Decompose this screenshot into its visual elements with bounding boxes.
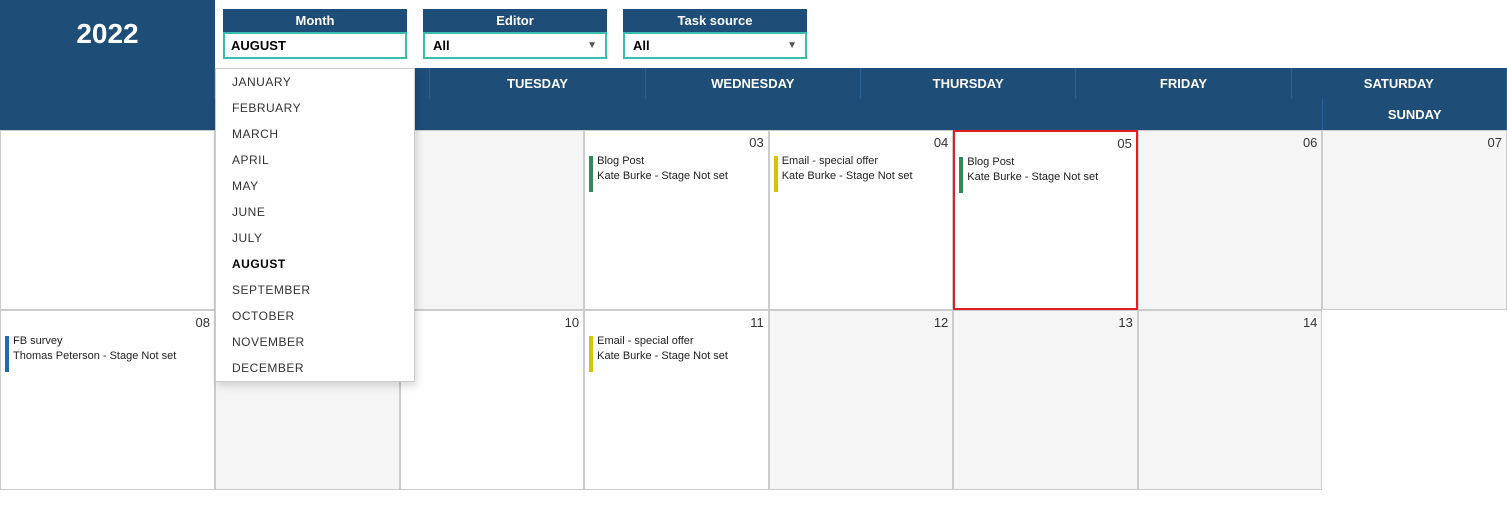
week1-fri-event1-bar (959, 157, 963, 193)
month-option-april[interactable]: APRIL (216, 147, 414, 173)
week1-wed-event1: Blog Post Kate Burke - Stage Not set (589, 154, 764, 192)
month-option-july[interactable]: JULY (216, 225, 414, 251)
week2-thu-event1-title: Email - special offer (597, 334, 728, 349)
week2-wednesday-date: 10 (405, 315, 580, 330)
week1-thu-event1-title: Email - special offer (782, 154, 913, 169)
week2-thu-event1: Email - special offer Kate Burke - Stage… (589, 334, 764, 372)
week1-thu-event1-text: Email - special offer Kate Burke - Stage… (782, 154, 913, 185)
week1-sunday: 07 (1322, 130, 1507, 310)
week2-saturday: 13 (953, 310, 1138, 490)
week2-thu-event1-sub: Kate Burke - Stage Not set (597, 349, 728, 364)
week2-saturday-date: 13 (958, 315, 1133, 330)
week2-mon-event1: FB survey Thomas Peterson - Stage Not se… (5, 334, 210, 372)
header-thursday: THURSDAY (861, 68, 1076, 99)
header-friday: FRIDAY (1076, 68, 1291, 99)
editor-filter-group: Editor All ▼ (415, 0, 615, 68)
week2-wednesday: 10 (400, 310, 585, 490)
week2-mon-event1-sub: Thomas Peterson - Stage Not set (13, 349, 176, 364)
editor-select[interactable]: All ▼ (425, 34, 605, 57)
week1-fri-event1-sub: Kate Burke - Stage Not set (967, 170, 1098, 185)
week1-fri-event1-title: Blog Post (967, 155, 1098, 170)
week2-sunday: 14 (1138, 310, 1323, 490)
week1-wed-event1-text: Blog Post Kate Burke - Stage Not set (597, 154, 728, 185)
week2-mon-event1-bar (5, 336, 9, 372)
week2-mon-event1-title: FB survey (13, 334, 176, 349)
month-option-november[interactable]: NOVEMBER (216, 329, 414, 355)
header-wednesday: WEDNESDAY (646, 68, 861, 99)
week2-friday: 12 (769, 310, 954, 490)
header-tuesday: TUESDAY (430, 68, 645, 99)
task-source-dropdown-arrow: ▼ (787, 40, 797, 51)
week2-monday-date: 08 (5, 315, 210, 330)
week1-thu-event1-sub: Kate Burke - Stage Not set (782, 169, 913, 184)
week1-empty (0, 130, 215, 310)
week1-friday: 05 Blog Post Kate Burke - Stage Not set (953, 130, 1138, 310)
month-input-wrap[interactable] (223, 32, 407, 59)
week1-thursday-date: 04 (774, 135, 949, 150)
task-source-select[interactable]: All ▼ (625, 34, 805, 57)
week1-wed-event1-title: Blog Post (597, 154, 728, 169)
month-option-august[interactable]: AUGUST (216, 251, 414, 277)
month-option-may[interactable]: MAY (216, 173, 414, 199)
task-source-label: Task source (623, 9, 807, 32)
week1-saturday: 06 (1138, 130, 1323, 310)
month-option-june[interactable]: JUNE (216, 199, 414, 225)
week1-saturday-date: 06 (1143, 135, 1318, 150)
month-filter-group: Month (215, 0, 415, 68)
header-empty (0, 68, 215, 99)
month-dropdown: JANUARY FEBRUARY MARCH APRIL MAY JUNE JU… (215, 68, 415, 382)
week2-mon-event1-text: FB survey Thomas Peterson - Stage Not se… (13, 334, 176, 365)
editor-value: All (433, 38, 450, 53)
week1-wednesday: 03 Blog Post Kate Burke - Stage Not set (584, 130, 769, 310)
week1-thu-event1-bar (774, 156, 778, 192)
week1-tuesday (400, 130, 585, 310)
week2-thu-event1-bar (589, 336, 593, 372)
header-sunday: SUNDAY (1322, 99, 1507, 130)
week1-fri-event1-text: Blog Post Kate Burke - Stage Not set (967, 155, 1098, 186)
header-saturday: SATURDAY (1292, 68, 1507, 99)
task-source-value: All (633, 38, 650, 53)
editor-label: Editor (423, 9, 607, 32)
task-source-filter-group: Task source All ▼ (615, 0, 815, 68)
month-option-february[interactable]: FEBRUARY (216, 95, 414, 121)
task-source-input-wrap[interactable]: All ▼ (623, 32, 807, 59)
week2-thursday: 11 Email - special offer Kate Burke - St… (584, 310, 769, 490)
month-option-september[interactable]: SEPTEMBER (216, 277, 414, 303)
week1-sunday-date: 07 (1327, 135, 1502, 150)
week1-wed-event1-bar (589, 156, 593, 192)
week2-monday: 08 FB survey Thomas Peterson - Stage Not… (0, 310, 215, 490)
year-display: 2022 (0, 0, 215, 68)
month-option-december[interactable]: DECEMBER (216, 355, 414, 381)
month-option-march[interactable]: MARCH (216, 121, 414, 147)
week2-friday-date: 12 (774, 315, 949, 330)
week2-thu-event1-text: Email - special offer Kate Burke - Stage… (597, 334, 728, 365)
week2-thursday-date: 11 (589, 315, 764, 330)
month-option-october[interactable]: OCTOBER (216, 303, 414, 329)
week1-fri-event1: Blog Post Kate Burke - Stage Not set (959, 155, 1132, 193)
week1-thu-event1: Email - special offer Kate Burke - Stage… (774, 154, 949, 192)
week1-wednesday-date: 03 (589, 135, 764, 150)
week1-wed-event1-sub: Kate Burke - Stage Not set (597, 169, 728, 184)
week1-thursday: 04 Email - special offer Kate Burke - St… (769, 130, 954, 310)
editor-dropdown-arrow: ▼ (587, 40, 597, 51)
month-option-january[interactable]: JANUARY (216, 69, 414, 95)
editor-input-wrap[interactable]: All ▼ (423, 32, 607, 59)
week1-friday-date: 05 (959, 136, 1132, 151)
month-label: Month (223, 9, 407, 32)
week2-sunday-date: 14 (1143, 315, 1318, 330)
month-input[interactable] (225, 34, 405, 57)
